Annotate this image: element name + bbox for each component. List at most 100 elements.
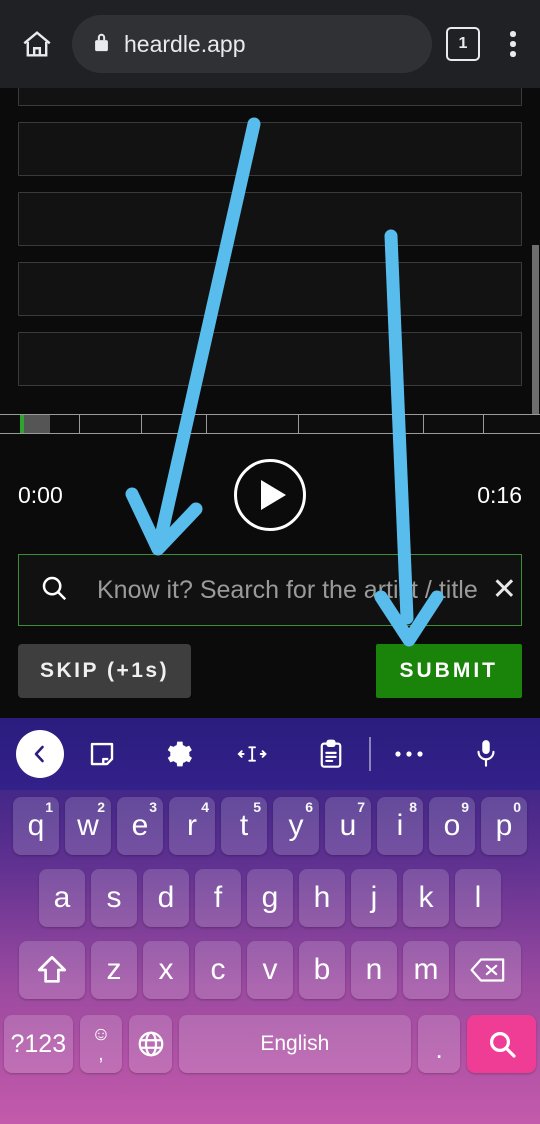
key-t[interactable]: 5t (221, 797, 267, 855)
key-b[interactable]: b (299, 941, 345, 999)
play-button[interactable] (234, 459, 306, 531)
key-sup: 6 (305, 799, 313, 815)
key-label: e (131, 809, 149, 842)
audio-seek-bar[interactable] (0, 414, 540, 434)
search-input[interactable]: Know it? Search for the artist / title (97, 576, 478, 605)
key-r[interactable]: 4r (169, 797, 215, 855)
key-label: ?123 (10, 1029, 67, 1058)
heardle-page: 0:00 0:16 Know it? Search for the artist… (0, 88, 540, 718)
emoji-key[interactable]: ☺ , (79, 1015, 123, 1073)
key-o[interactable]: 9o (429, 797, 475, 855)
more-options-icon[interactable] (371, 748, 447, 760)
key-g[interactable]: g (247, 869, 293, 927)
numeric-symbols-key[interactable]: ?123 (4, 1015, 73, 1073)
guess-row (18, 262, 522, 316)
key-d[interactable]: d (143, 869, 189, 927)
keyboard-row-4: ?123 ☺ , English . (0, 1006, 540, 1082)
key-label: p (495, 809, 513, 842)
key-c[interactable]: c (195, 941, 241, 999)
key-i[interactable]: 8i (377, 797, 423, 855)
key-label: k (418, 881, 434, 914)
guess-row (18, 192, 522, 246)
key-sup: 9 (461, 799, 469, 815)
key-label: b (313, 953, 331, 986)
gear-icon[interactable] (140, 738, 216, 770)
search-enter-key[interactable] (467, 1015, 536, 1073)
key-label: z (106, 953, 122, 986)
key-label: t (239, 809, 249, 842)
clipboard-icon[interactable] (293, 739, 369, 769)
home-icon[interactable] (14, 21, 60, 67)
search-input-container[interactable]: Know it? Search for the artist / title ✕ (18, 554, 522, 626)
browser-toolbar: heardle.app 1 (0, 0, 540, 88)
microphone-icon[interactable] (448, 738, 524, 770)
lock-icon (92, 31, 111, 58)
key-label: n (365, 953, 383, 986)
address-bar[interactable]: heardle.app (72, 15, 432, 73)
key-m[interactable]: m (403, 941, 449, 999)
key-x[interactable]: x (143, 941, 189, 999)
key-label: w (77, 809, 99, 842)
key-label: c (210, 953, 226, 986)
key-label: . (435, 1034, 443, 1064)
key-k[interactable]: k (403, 869, 449, 927)
key-n[interactable]: n (351, 941, 397, 999)
key-w[interactable]: 2w (65, 797, 111, 855)
guess-row (18, 88, 522, 106)
key-label: o (443, 809, 461, 842)
key-label: q (27, 809, 45, 842)
key-label: English (260, 1032, 330, 1055)
page-scrollbar[interactable] (532, 88, 540, 425)
clear-search-icon[interactable]: ✕ (492, 575, 517, 605)
key-label: h (313, 881, 331, 914)
guess-row (18, 332, 522, 386)
key-e[interactable]: 3e (117, 797, 163, 855)
key-label: a (53, 881, 71, 914)
key-sup: 2 (97, 799, 105, 815)
key-a[interactable]: a (39, 869, 85, 927)
back-chevron-icon[interactable] (16, 730, 64, 778)
space-key[interactable]: English (178, 1015, 411, 1073)
key-sup: 4 (201, 799, 209, 815)
key-s[interactable]: s (91, 869, 137, 927)
key-sup: 8 (409, 799, 417, 815)
key-p[interactable]: 0p (481, 797, 527, 855)
key-l[interactable]: l (455, 869, 501, 927)
submit-button[interactable]: SUBMIT (375, 644, 522, 698)
key-label: g (261, 881, 279, 914)
play-icon (260, 480, 286, 510)
backspace-icon[interactable] (455, 941, 521, 999)
handwriting-icon[interactable] (64, 739, 140, 769)
key-y[interactable]: 6y (273, 797, 319, 855)
period-key[interactable]: . (417, 1015, 461, 1073)
key-z[interactable]: z (91, 941, 137, 999)
url-text: heardle.app (124, 30, 246, 57)
shift-icon[interactable] (19, 941, 85, 999)
text-cursor-move-icon[interactable] (217, 739, 293, 769)
key-label: d (157, 881, 175, 914)
key-label: l (474, 881, 482, 914)
skip-button[interactable]: SKIP (+1s) (18, 644, 192, 698)
guess-row (18, 122, 522, 176)
key-sup: 3 (149, 799, 157, 815)
on-screen-keyboard: 1q 2w 3e 4r 5t 6y 7u 8i 9o 0p a s d f g … (0, 718, 540, 1124)
key-label: s (106, 881, 122, 914)
tab-switcher-button[interactable]: 1 (446, 27, 480, 61)
seek-position-marker (20, 415, 24, 433)
keyboard-toolbar (0, 718, 540, 790)
key-f[interactable]: f (195, 869, 241, 927)
key-q[interactable]: 1q (13, 797, 59, 855)
key-v[interactable]: v (247, 941, 293, 999)
key-sup: 7 (357, 799, 365, 815)
overflow-menu-icon[interactable] (500, 31, 526, 57)
key-u[interactable]: 7u (325, 797, 371, 855)
action-buttons-row: SKIP (+1s) SUBMIT (18, 644, 522, 698)
key-j[interactable]: j (351, 869, 397, 927)
key-label: j (370, 881, 378, 914)
tab-count-label: 1 (458, 35, 468, 52)
key-h[interactable]: h (299, 869, 345, 927)
globe-icon[interactable] (129, 1015, 172, 1073)
scrollbar-thumb[interactable] (532, 245, 539, 425)
key-sup: 1 (45, 799, 53, 815)
keyboard-row-1: 1q 2w 3e 4r 5t 6y 7u 8i 9o 0p (0, 790, 540, 862)
